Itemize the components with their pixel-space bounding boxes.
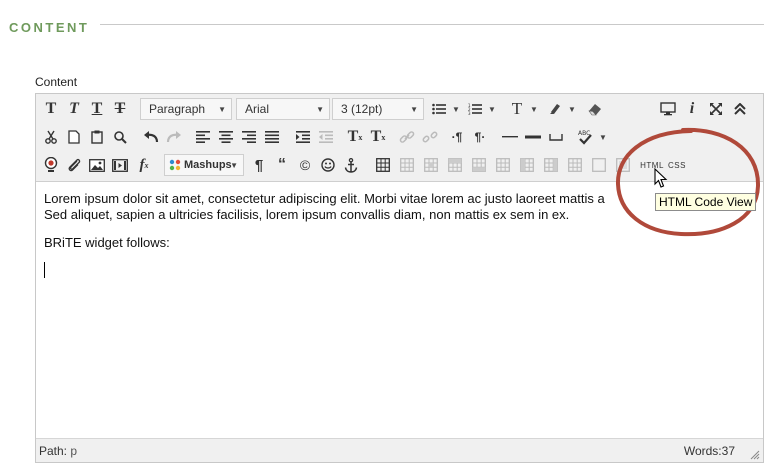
record-icon[interactable]	[40, 153, 62, 177]
unlink-icon[interactable]	[419, 125, 441, 149]
paragraph-format-select[interactable]: Paragraph ▼	[140, 98, 232, 120]
text-color-dropdown-icon[interactable]: ▼	[529, 97, 539, 121]
insert-col-after-icon[interactable]	[540, 153, 562, 177]
word-count: Words:37	[684, 444, 735, 458]
copyright-icon[interactable]: ©	[294, 153, 316, 177]
formula-icon[interactable]: fx	[133, 153, 155, 177]
horizontal-rule-icon[interactable]	[499, 125, 521, 149]
resize-grip-icon[interactable]	[750, 449, 760, 460]
insert-col-before-icon[interactable]	[516, 153, 538, 177]
delete-col-icon[interactable]	[564, 153, 586, 177]
bulleted-list-dropdown-icon[interactable]: ▼	[451, 97, 461, 121]
section-title: CONTENT	[9, 20, 90, 35]
align-right-icon[interactable]	[238, 125, 260, 149]
mashups-icon	[169, 159, 181, 171]
outdent-icon[interactable]	[315, 125, 337, 149]
eraser-icon[interactable]	[584, 97, 606, 121]
body-paragraph-1-line-2: Sed aliquet, sapien a ultricies facilisi…	[44, 207, 570, 222]
collapse-icon[interactable]	[729, 97, 751, 121]
copy-icon[interactable]	[63, 125, 85, 149]
bulleted-list-icon[interactable]	[428, 97, 450, 121]
image-icon[interactable]	[86, 153, 108, 177]
word-count-label: Words:	[683, 444, 722, 458]
bold-icon[interactable]: T	[40, 97, 62, 121]
insert-row-before-icon[interactable]	[444, 153, 466, 177]
spellcheck-dropdown-icon[interactable]: ▼	[598, 125, 608, 149]
table-row-props-icon[interactable]	[396, 153, 418, 177]
table-cell-props-icon[interactable]	[420, 153, 442, 177]
info-icon[interactable]: i	[681, 97, 703, 121]
mouse-pointer-icon	[654, 168, 668, 188]
font-family-value: Arial	[245, 102, 270, 116]
cut-icon[interactable]	[40, 125, 62, 149]
justify-icon[interactable]	[261, 125, 283, 149]
paste-icon[interactable]	[86, 125, 108, 149]
indent-icon[interactable]	[292, 125, 314, 149]
spellcheck-icon[interactable]: ABC	[574, 125, 596, 149]
paragraph-format-value: Paragraph	[149, 102, 206, 116]
font-size-select[interactable]: 3 (12pt) ▼	[332, 98, 424, 120]
subscript-icon[interactable]: Tx	[367, 125, 389, 149]
fullscreen-icon[interactable]	[705, 97, 727, 121]
table-icon[interactable]	[372, 153, 394, 177]
preview-icon[interactable]	[657, 97, 679, 121]
italic-icon[interactable]: T	[63, 97, 85, 121]
ltr-icon[interactable]: ·¶	[446, 125, 468, 149]
highlight-icon[interactable]	[544, 97, 566, 121]
text-cursor	[44, 262, 45, 278]
font-family-select[interactable]: Arial ▼	[236, 98, 330, 120]
anchor-icon[interactable]	[340, 153, 362, 177]
section-divider	[100, 24, 764, 25]
numbered-list-dropdown-icon[interactable]: ▼	[487, 97, 497, 121]
path-value: p	[70, 444, 78, 458]
insert-row-after-icon[interactable]	[468, 153, 490, 177]
undo-icon[interactable]	[140, 125, 162, 149]
body-paragraph-1-line-1: Lorem ipsum dolor sit amet, consectetur …	[44, 191, 605, 206]
highlight-ring-annotation	[615, 127, 761, 237]
find-icon[interactable]	[109, 125, 131, 149]
align-center-icon[interactable]	[215, 125, 237, 149]
quote-icon[interactable]: “	[271, 153, 293, 177]
delete-row-icon[interactable]	[492, 153, 514, 177]
svg-text:3: 3	[468, 111, 471, 115]
underline-icon[interactable]: T	[86, 97, 108, 121]
attach-icon[interactable]	[63, 153, 85, 177]
superscript-icon[interactable]: Tx	[344, 125, 366, 149]
element-path[interactable]: Path: p	[39, 444, 77, 458]
split-cells-icon[interactable]	[588, 153, 610, 177]
strikethrough-icon[interactable]: T	[109, 97, 131, 121]
content-field-label: Content	[35, 75, 78, 89]
emoticon-icon[interactable]	[317, 153, 339, 177]
link-icon[interactable]	[396, 125, 418, 149]
word-count-value: 37	[721, 444, 735, 458]
font-size-value: 3 (12pt)	[341, 102, 383, 116]
path-label: Path:	[39, 444, 68, 458]
numbered-list-icon[interactable]: 123	[464, 97, 486, 121]
media-icon[interactable]	[109, 153, 131, 177]
nonbreaking-space-icon[interactable]	[545, 125, 567, 149]
highlight-dropdown-icon[interactable]: ▼	[567, 97, 577, 121]
text-color-icon[interactable]: T	[506, 97, 528, 121]
horizontal-line-icon[interactable]	[522, 125, 544, 149]
html-code-view-tooltip: HTML Code View	[655, 193, 757, 211]
redo-icon[interactable]	[163, 125, 185, 149]
rtl-icon[interactable]: ¶·	[469, 125, 491, 149]
paragraph-mark-icon[interactable]: ¶	[248, 153, 270, 177]
mashups-label: Mashups	[184, 159, 232, 171]
editor-statusbar: Path: p Words:37	[36, 438, 763, 462]
svg-text:ABC: ABC	[578, 130, 590, 137]
mashups-menu[interactable]: Mashups ▼	[164, 154, 244, 176]
align-left-icon[interactable]	[192, 125, 214, 149]
